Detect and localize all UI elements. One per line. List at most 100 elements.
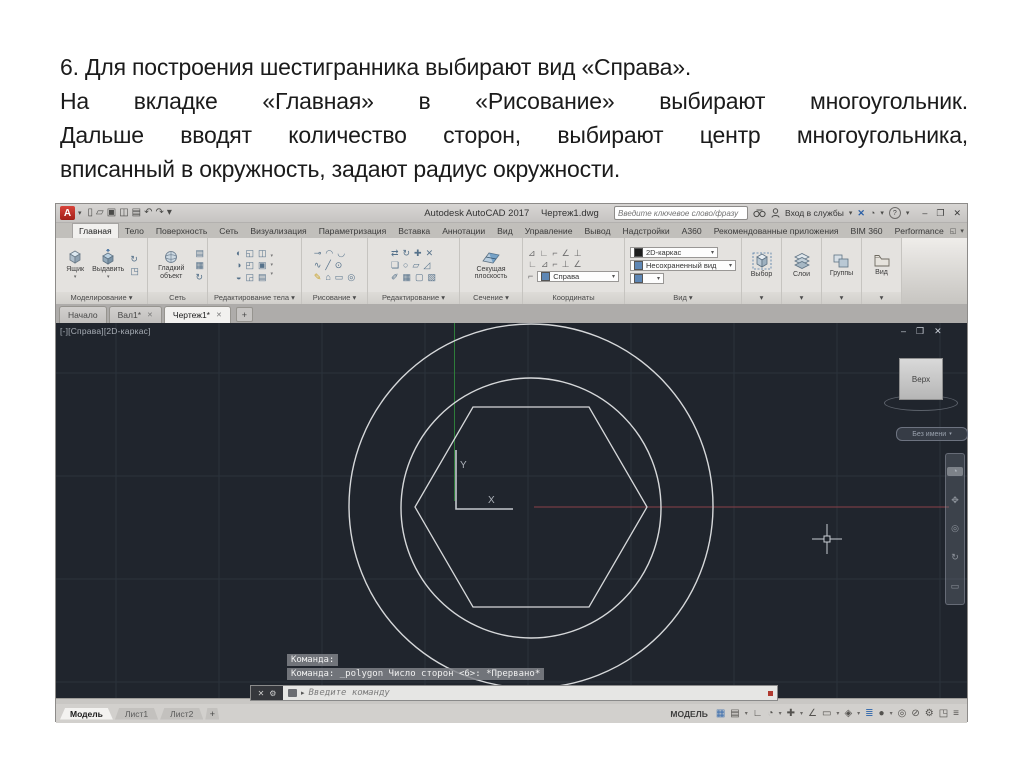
new-file-icon[interactable]: ▯ xyxy=(88,208,94,218)
transparency-icon[interactable]: ● xyxy=(879,708,885,719)
subtract-icon[interactable]: ◱ xyxy=(245,248,254,258)
ribbon-tab[interactable]: Визуализация xyxy=(244,223,312,238)
ribbon-tab[interactable]: Вставка xyxy=(392,223,436,238)
fillet-icon[interactable]: ◿ xyxy=(423,260,430,270)
hatch-icon[interactable]: ✎ xyxy=(314,272,322,282)
ucs-icon[interactable]: ⊿ xyxy=(528,248,536,258)
search-input[interactable] xyxy=(614,206,749,220)
otrack-icon[interactable]: ∠ xyxy=(808,708,817,719)
ucs-rotate-icon[interactable]: ∠ xyxy=(573,259,581,269)
scale-icon[interactable]: ✚ xyxy=(414,248,422,258)
panel-label-mesh[interactable]: Сеть xyxy=(148,292,207,304)
annotation-visibility-icon[interactable]: ⊘ xyxy=(911,708,919,719)
trim-icon[interactable]: ✐ xyxy=(391,272,399,282)
thicken-icon[interactable]: ◰ xyxy=(245,260,254,270)
model-space-label[interactable]: МОДЕЛЬ xyxy=(670,709,707,719)
visual-style-select[interactable]: 2D-каркас ▾ xyxy=(630,246,718,258)
close-tab-icon[interactable]: ✕ xyxy=(147,311,153,319)
layers-button[interactable]: Слои xyxy=(790,252,814,279)
polyline-icon[interactable]: ⊸ xyxy=(314,248,322,258)
navwheel-icon[interactable]: ◔ xyxy=(947,466,963,476)
command-customize-icon[interactable]: ⚙ xyxy=(269,689,276,698)
imprint-icon[interactable]: ◲ xyxy=(245,272,254,282)
ucs-origin-icon[interactable]: ⌐ xyxy=(552,248,557,258)
polygon-icon[interactable]: ⌂ xyxy=(325,272,330,282)
ortho-icon[interactable]: ∟ xyxy=(753,708,763,719)
groups-button[interactable]: Группы xyxy=(828,253,855,278)
arc-icon[interactable]: ◠ xyxy=(325,248,333,258)
restore-button[interactable]: ❐ xyxy=(936,208,944,218)
minimize-button[interactable]: – xyxy=(922,208,927,218)
transp-dropdown-icon[interactable]: ▾ xyxy=(890,711,893,717)
osnap-icon[interactable]: ◈ xyxy=(844,708,852,719)
plot-icon[interactable]: ▤ xyxy=(132,208,141,218)
rotate-icon[interactable]: ↻ xyxy=(403,248,411,258)
new-layout-button[interactable]: + xyxy=(205,707,220,720)
ribbon-tab[interactable]: Управление xyxy=(519,223,579,238)
revolve-icon[interactable]: ◳ xyxy=(130,266,139,276)
ribbon-tab[interactable]: Вид xyxy=(491,223,519,238)
save-icon[interactable]: ▣ xyxy=(107,208,116,218)
autocad-logo-icon[interactable]: A xyxy=(60,206,75,220)
panel-label-selection[interactable]: ▾ xyxy=(742,292,781,304)
ribbon-tab[interactable]: Поверхность xyxy=(150,223,213,238)
file-tab[interactable]: Начало ✕ xyxy=(59,306,107,323)
spline-icon[interactable]: ∿ xyxy=(314,260,322,270)
connect-icon[interactable]: ◔ xyxy=(870,208,875,218)
isodraft-icon[interactable]: ✚ xyxy=(787,708,795,719)
pan-icon[interactable]: ✥ xyxy=(951,495,959,505)
panel-label-modeling[interactable]: Моделирование ▾ xyxy=(56,292,147,304)
interfere-icon[interactable]: ▣ xyxy=(258,260,267,270)
polar-tracking-icon[interactable]: ◔ xyxy=(768,708,774,719)
file-tab[interactable]: Чертеж1* ✕ xyxy=(163,306,231,323)
qat-customize-icon[interactable]: ▾ xyxy=(167,208,172,218)
customize-statusbar-icon[interactable]: ≡ xyxy=(953,708,959,719)
view-direction-select[interactable]: Справа ▾ xyxy=(537,270,619,282)
ucs-xy-icon[interactable]: ⊥ xyxy=(562,259,570,269)
command-prompt[interactable]: ▸ Введите команду xyxy=(283,686,777,700)
selection-button[interactable]: Выбор xyxy=(749,252,775,279)
command-resize-grip[interactable] xyxy=(768,691,773,696)
check-icon[interactable]: ▤ xyxy=(258,272,267,282)
viewport-minimize-icon[interactable]: – xyxy=(901,327,906,336)
panel-label-view[interactable]: Вид ▾ xyxy=(625,292,741,304)
grid-icon[interactable]: ▦ xyxy=(716,708,725,719)
panel-label-section[interactable]: Сечение ▾ xyxy=(460,292,522,304)
ribbon-tab[interactable]: Аннотации xyxy=(436,223,491,238)
snap-dropdown-icon[interactable]: ▾ xyxy=(745,711,748,717)
offset-icon[interactable]: ○ xyxy=(403,260,408,270)
section-plane-button[interactable]: Секущая плоскость xyxy=(463,250,519,281)
selection-cycling-icon[interactable]: ◎ xyxy=(898,708,907,719)
ribbon-tab[interactable]: Тело xyxy=(119,223,150,238)
command-bar[interactable]: ✕ ⚙ ▸ Введите команду xyxy=(250,685,778,701)
stretch-icon[interactable]: ▧ xyxy=(428,272,437,282)
circle-icon[interactable]: ⊙ xyxy=(335,260,343,270)
orbit-icon[interactable]: ↻ xyxy=(951,553,959,562)
connect-dropdown-icon[interactable]: ▾ xyxy=(880,209,884,217)
ucs-z-icon[interactable]: ∠ xyxy=(562,248,570,258)
dynamic-input-icon[interactable]: ▭ xyxy=(822,708,831,719)
panel-label-draw[interactable]: Рисование ▾ xyxy=(302,292,367,304)
ribbon-minimize-icon[interactable]: ◱ xyxy=(950,227,957,235)
viewport-controls-label[interactable]: [-][Справа][2D-каркас] xyxy=(60,326,151,336)
new-tab-button[interactable]: + xyxy=(235,307,253,322)
arc2-icon[interactable]: ◡ xyxy=(337,248,345,258)
workspace-icon[interactable]: ⚙ xyxy=(925,708,934,719)
lineweight-icon[interactable]: ≣ xyxy=(865,708,873,719)
showmotion-icon[interactable]: ▭ xyxy=(951,582,960,591)
smooth-object-button[interactable]: Гладкий объект xyxy=(151,250,191,280)
layout-tab[interactable]: Лист2 xyxy=(160,707,204,720)
copy-icon[interactable]: ❏ xyxy=(391,260,399,270)
help-icon[interactable]: ? xyxy=(888,207,901,219)
ucs-previous-icon[interactable]: ⌐ xyxy=(528,271,533,281)
ucs-named-icon[interactable]: ∟ xyxy=(528,259,537,269)
logo-dropdown-icon[interactable]: ▾ xyxy=(78,209,82,217)
ucs-dropdown-pill[interactable]: Без имени ▾ xyxy=(896,427,968,441)
clean-screen-icon[interactable]: ◳ xyxy=(939,708,948,719)
close-tab-icon[interactable]: ✕ xyxy=(216,311,222,319)
navigation-bar[interactable]: ◔ ✥ ◎ ↻ ▭ xyxy=(945,453,965,605)
command-close-icon[interactable]: ✕ xyxy=(258,689,265,698)
panel-label-modify[interactable]: Редактирование ▾ xyxy=(368,292,459,304)
ucs-face-icon[interactable]: ⊥ xyxy=(574,248,582,258)
union-icon[interactable]: ◐ xyxy=(236,248,241,258)
